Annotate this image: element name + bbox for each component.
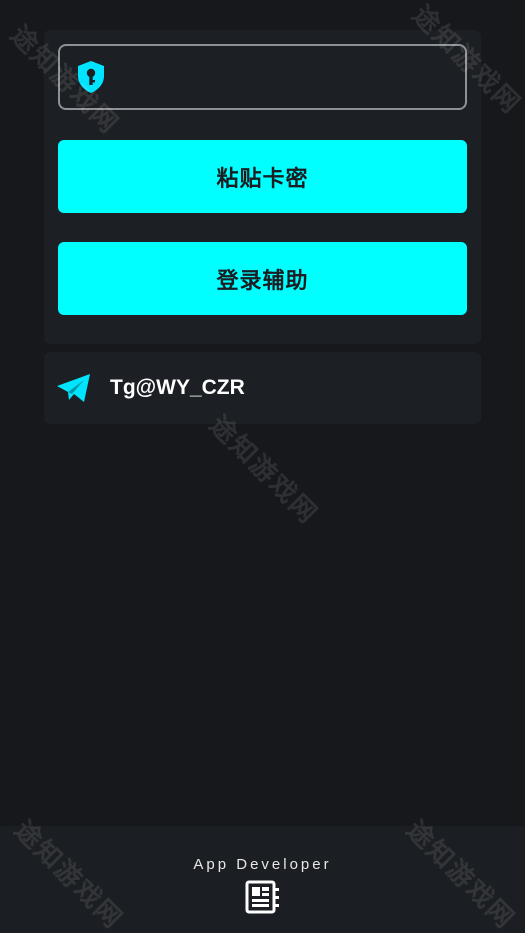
card-key-input[interactable]	[106, 46, 465, 108]
login-assist-button[interactable]: 登录辅助	[58, 242, 467, 315]
contact-label: Tg@WY_CZR	[110, 376, 245, 399]
shield-key-icon	[78, 61, 104, 93]
login-card: 粘贴卡密 登录辅助	[44, 30, 481, 344]
footer: App Developer	[0, 826, 525, 933]
card-key-field[interactable]	[58, 44, 467, 110]
paste-key-button[interactable]: 粘贴卡密	[58, 140, 467, 213]
watermark: 途知游戏网	[203, 410, 324, 531]
app-screen: 粘贴卡密 登录辅助 Tg@WY_CZR App Developer 途知游戏网 …	[0, 0, 525, 933]
telegram-icon	[57, 374, 90, 402]
developer-icon[interactable]	[244, 879, 282, 915]
contact-card[interactable]: Tg@WY_CZR	[44, 352, 481, 424]
developer-label: App Developer	[193, 856, 332, 873]
